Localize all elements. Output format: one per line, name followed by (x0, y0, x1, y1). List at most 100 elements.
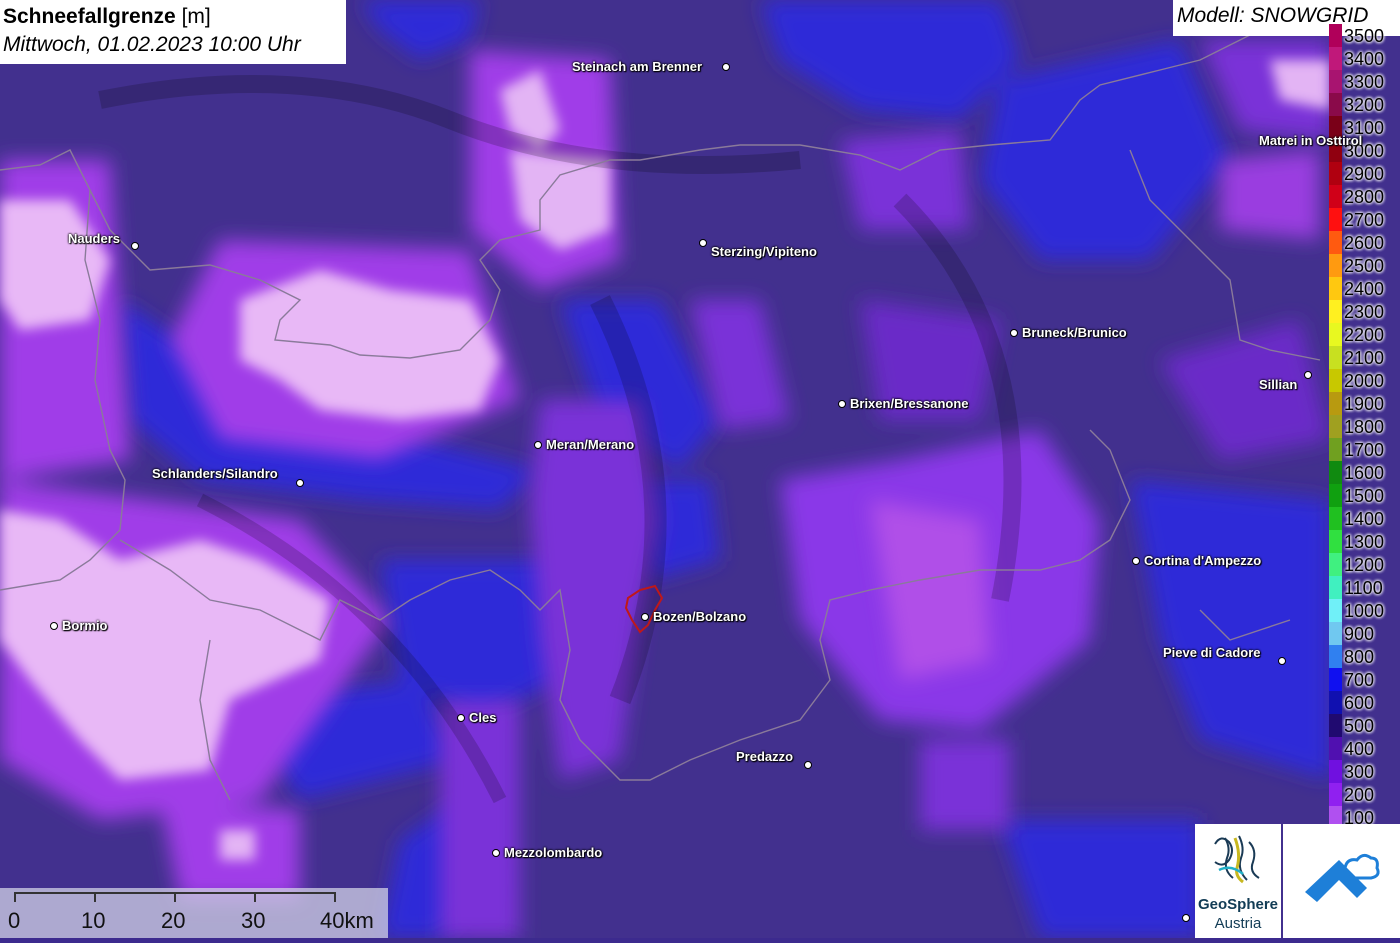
city-dot (699, 239, 707, 247)
legend-swatch (1329, 783, 1342, 806)
legend-row: 1400 (1329, 507, 1400, 530)
legend-row: 3200 (1329, 93, 1400, 116)
scale-tick (94, 892, 96, 902)
legend-row: 2700 (1329, 208, 1400, 231)
legend-swatch (1329, 24, 1342, 47)
legend-swatch (1329, 599, 1342, 622)
legend-label: 200 (1344, 785, 1375, 805)
legend-row: 2600 (1329, 231, 1400, 254)
legend-label: 1600 (1344, 463, 1385, 483)
legend-swatch (1329, 714, 1342, 737)
legend-swatch (1329, 760, 1342, 783)
city-dot (1278, 657, 1286, 665)
city-cortina: Cortina d'Ampezzo (1144, 553, 1262, 568)
legend-row: 2300 (1329, 300, 1400, 323)
legend-row: 2400 (1329, 277, 1400, 300)
city-predazzo: Predazzo (736, 749, 794, 764)
city-bruneck: Bruneck/Brunico (1022, 325, 1127, 340)
map-datetime: Mittwoch, 01.02.2023 10:00 Uhr (3, 33, 301, 56)
legend-label: 2600 (1344, 233, 1385, 253)
scale-label: 10 (81, 908, 106, 933)
geosphere-logo[interactable]: GeoSphere Austria (1195, 824, 1281, 938)
city-matrei: Matrei in Osttirol (1259, 133, 1363, 148)
city-dot (534, 441, 542, 449)
city-dot (131, 242, 139, 250)
scale-label: 40km (320, 908, 374, 933)
legend-swatch (1329, 622, 1342, 645)
map-title: Schneefallgrenze [m] (3, 3, 346, 31)
geosphere-logo-line1: GeoSphere (1197, 896, 1279, 913)
legend-swatch (1329, 369, 1342, 392)
legend-label: 1100 (1344, 578, 1383, 598)
city-dot (1304, 371, 1312, 379)
legend-swatch (1329, 254, 1342, 277)
legend-swatch (1329, 70, 1342, 93)
legend-swatch (1329, 530, 1342, 553)
legend-swatch (1329, 277, 1342, 300)
legend-label: 1900 (1344, 394, 1385, 414)
legend-swatch (1329, 645, 1342, 668)
city-bormio: Bormio (62, 618, 108, 633)
legend-row: 1500 (1329, 484, 1400, 507)
scale-tick (14, 892, 16, 902)
legend-label: 3300 (1344, 72, 1385, 92)
legend-swatch (1329, 737, 1342, 760)
legend-swatch (1329, 208, 1342, 231)
legend-row: 2500 (1329, 254, 1400, 277)
city-brixen: Brixen/Bressanone (850, 396, 969, 411)
city-dot (492, 849, 500, 857)
scale-label: 0 (8, 908, 21, 933)
legend-row: 1200 (1329, 553, 1400, 576)
legend-row: 3300 (1329, 70, 1400, 93)
legend-swatch (1329, 507, 1342, 530)
legend-swatch (1329, 231, 1342, 254)
legend-row: 1100 (1329, 576, 1400, 599)
legend-swatch (1329, 461, 1342, 484)
legend-row: 400 (1329, 737, 1400, 760)
legend-label: 500 (1344, 716, 1375, 736)
scale-label: 30 (241, 908, 266, 933)
legend-row: 2200 (1329, 323, 1400, 346)
city-schlanders: Schlanders/Silandro (152, 466, 278, 481)
legend-row: 200 (1329, 783, 1400, 806)
legend-swatch (1329, 553, 1342, 576)
legend-swatch (1329, 346, 1342, 369)
title-unit: [m] (181, 5, 211, 28)
legend-swatch (1329, 47, 1342, 70)
legend-label: 2400 (1344, 279, 1385, 299)
legend-row: 300 (1329, 760, 1400, 783)
legend-label: 2700 (1344, 210, 1385, 230)
legend-label: 2800 (1344, 187, 1385, 207)
legend-swatch (1329, 185, 1342, 208)
city-dot (722, 63, 730, 71)
legend-label: 1800 (1344, 417, 1385, 437)
legend-row: 2800 (1329, 185, 1400, 208)
map-title-box: Schneefallgrenze [m] Mittwoch, 01.02.202… (0, 0, 346, 64)
legend-row: 600 (1329, 691, 1400, 714)
legend-label: 3200 (1344, 95, 1385, 115)
snowgrid-logo[interactable] (1283, 824, 1400, 938)
legend-swatch (1329, 438, 1342, 461)
city-steinach: Steinach am Brenner (572, 59, 703, 74)
legend-swatch (1329, 576, 1342, 599)
legend-label: 2200 (1344, 325, 1385, 345)
city-dot (296, 479, 304, 487)
legend-label: 800 (1344, 647, 1375, 667)
legend-row: 1700 (1329, 438, 1400, 461)
city-dot (457, 714, 465, 722)
city-dot (838, 400, 846, 408)
city-pieve: Pieve di Cadore (1163, 645, 1261, 660)
geosphere-logo-line2: Austria (1214, 915, 1262, 932)
legend-row: 1000 (1329, 599, 1400, 622)
legend-row: 2000 (1329, 369, 1400, 392)
legend-row: 1300 (1329, 530, 1400, 553)
city-nauders: Nauders (68, 231, 121, 246)
city-dot (804, 761, 812, 769)
city-sterzing: Sterzing/Vipiteno (711, 244, 817, 259)
legend-label: 1400 (1344, 509, 1385, 529)
legend-label: 3500 (1344, 26, 1385, 46)
title-param: Schneefallgrenze (3, 5, 176, 28)
legend-label: 3400 (1344, 49, 1385, 69)
legend-label: 2000 (1344, 371, 1385, 391)
city-dot (50, 622, 58, 630)
